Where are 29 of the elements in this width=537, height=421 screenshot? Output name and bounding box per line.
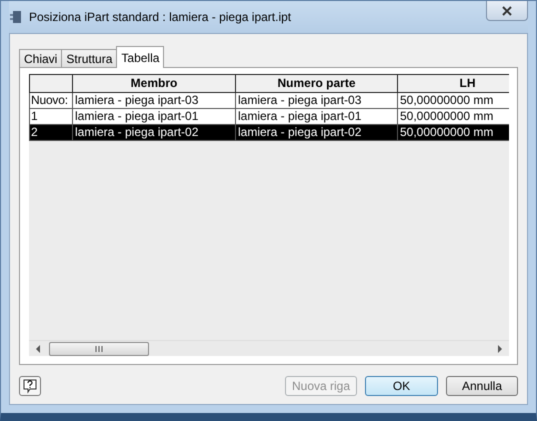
table-cell: 50,00000000 mm	[398, 93, 509, 109]
table-cell: lamiera - piega ipart-01	[73, 109, 236, 125]
scroll-right-icon[interactable]	[497, 344, 503, 352]
help-button[interactable]	[19, 376, 41, 396]
row-header[interactable]: 2	[29, 125, 73, 141]
tab[interactable]: Tabella	[116, 46, 164, 68]
column-header: Numero parte	[236, 74, 398, 93]
table-cell: lamiera - piega ipart-02	[73, 125, 236, 141]
corner-cell	[29, 74, 73, 93]
scrollbar-thumb[interactable]	[49, 342, 149, 356]
dialog-button[interactable]: OK	[365, 376, 438, 396]
tab[interactable]: Struttura	[61, 49, 118, 68]
tab[interactable]: Chiavi	[19, 49, 62, 68]
table-cell: lamiera - piega ipart-02	[236, 125, 398, 141]
table-cell: 50,00000000 mm	[398, 125, 509, 141]
table-cell: lamiera - piega ipart-03	[236, 93, 398, 109]
table-cell: 50,00000000 mm	[398, 109, 509, 125]
dialog-button[interactable]: Annulla	[446, 376, 518, 396]
close-button[interactable]	[486, 1, 528, 21]
scroll-left-icon[interactable]	[35, 344, 41, 352]
row-header[interactable]: 1	[29, 109, 73, 125]
table-cell: lamiera - piega ipart-03	[73, 93, 236, 109]
app-icon	[9, 10, 23, 24]
close-icon[interactable]	[502, 6, 512, 16]
column-header: Membro	[73, 74, 236, 93]
column-header: LH	[398, 74, 509, 93]
window-title: Posiziona iPart standard : lamiera - piega ipart.ipt	[29, 10, 292, 24]
table-cell: lamiera - piega ipart-01	[236, 109, 398, 125]
row-header[interactable]: Nuovo:	[29, 93, 73, 109]
